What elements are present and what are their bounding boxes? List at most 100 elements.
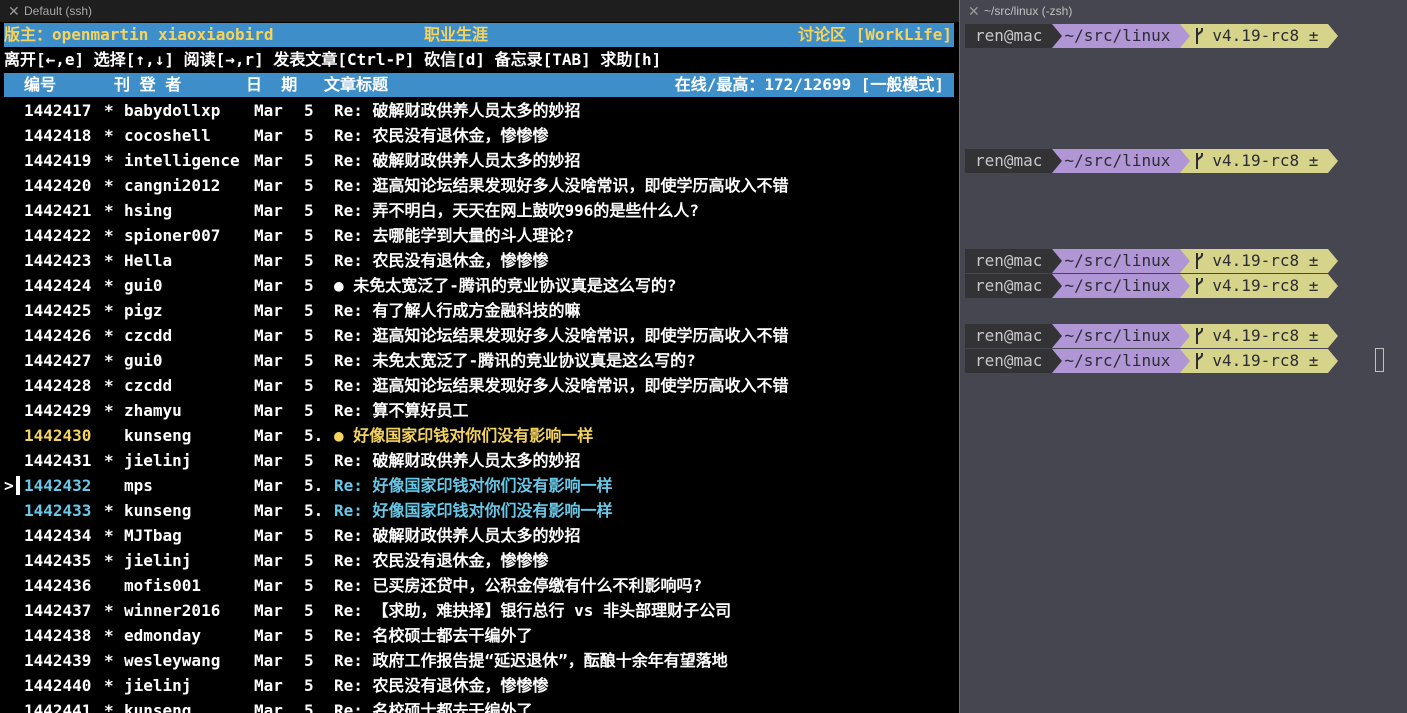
- table-row[interactable]: 1442436 mofis001 Mar 5 Re: 已买房还贷中，公积金停缴有什么不利…: [0, 573, 959, 598]
- row-num: 1442428: [24, 376, 92, 395]
- row-title: Re: 政府工作报告提“延迟退休”，酝酿十余年有望落地: [334, 651, 728, 670]
- prompt-path: ~/src/linux: [1062, 24, 1181, 48]
- table-row[interactable]: 1442429 * zhamyu Mar 5 Re: 算不算好员工: [0, 398, 959, 423]
- shell-terminal-pane[interactable]: ✕ ~/src/linux (-zsh) ren@mac ~/src/linux v…: [960, 0, 1407, 713]
- prompt-user: ren@mac: [965, 249, 1053, 273]
- row-mon: Mar: [254, 601, 283, 620]
- left-tab-bar: ✕ Default (ssh): [0, 0, 959, 22]
- row-author: mps: [124, 476, 153, 495]
- table-row[interactable]: 1442440 * jielinj Mar 5 Re: 农民没有退休金，惨惨惨: [0, 673, 959, 698]
- bbs-terminal-pane[interactable]: ✕ Default (ssh) 版主：openmartin xiaoxiaobi…: [0, 0, 959, 713]
- close-icon[interactable]: ✕: [8, 4, 20, 18]
- powerline-separator: [1328, 324, 1339, 348]
- table-row[interactable]: 1442435 * jielinj Mar 5 Re: 农民没有退休金，惨惨惨: [0, 548, 959, 573]
- row-mon: Mar: [254, 501, 283, 520]
- table-row[interactable]: 1442438 * edmonday Mar 5 Re: 名校硕士都去干编外了: [0, 623, 959, 648]
- row-author: cangni2012: [124, 176, 221, 195]
- shell-prompt: ren@mac ~/src/linux v4.19-rc8 ±: [965, 24, 1339, 48]
- row-title: Re: 逛高知论坛结果发现好多人没啥常识，即使学历高收入不错: [334, 176, 789, 195]
- row-day: 5: [304, 526, 314, 545]
- close-icon[interactable]: ✕: [968, 4, 980, 18]
- git-branch-icon: [1196, 353, 1204, 369]
- prompt-path: ~/src/linux: [1062, 249, 1181, 273]
- prompt-branch: v4.19-rc8 ±: [1212, 326, 1319, 345]
- row-title: Re: 逛高知论坛结果发现好多人没啥常识，即使学历高收入不错: [334, 326, 789, 345]
- table-row[interactable]: >1442432 mps Mar 5. Re: 好像国家印钱对你们没有影响一样: [0, 473, 959, 498]
- row-mark: *: [104, 276, 114, 295]
- git-branch-icon: [1196, 328, 1204, 344]
- row-num: 1442425: [24, 301, 92, 320]
- table-row[interactable]: 1442431 * jielinj Mar 5 Re: 破解财政供养人员太多的妙招: [0, 448, 959, 473]
- row-title: Re: 有了解人行成方金融科技的嘛: [334, 301, 581, 320]
- left-tab-title[interactable]: Default (ssh): [24, 4, 92, 18]
- row-num: 1442435: [24, 551, 92, 570]
- table-row[interactable]: 1442417 * babydollxp Mar 5 Re: 破解财政供养人员太多的妙招: [0, 98, 959, 123]
- table-row[interactable]: 1442428 * czcdd Mar 5 Re: 逛高知论坛结果发现好多人没啥常识，即使…: [0, 373, 959, 398]
- column-header: 编号 刊 登 者 日 期 文章标题 在线/最高：172/12699 [一般模式]: [4, 73, 954, 97]
- shell-prompt: ren@mac ~/src/linux v4.19-rc8 ±: [965, 249, 1339, 273]
- table-row[interactable]: 1442439 * wesleywang Mar 5 Re: 政府工作报告提“延迟退休”，…: [0, 648, 959, 673]
- table-row[interactable]: 1442441 * kunseng Mar 5 Re: 名校硕士都去干编外了: [0, 698, 959, 713]
- table-row[interactable]: 1442424 * gui0 Mar 5 ● 未免太宽泛了-腾讯的竞业协议真是这么写的?: [0, 273, 959, 298]
- powerline-separator: [1328, 149, 1339, 173]
- table-row[interactable]: 1442425 * pigz Mar 5 Re: 有了解人行成方金融科技的嘛: [0, 298, 959, 323]
- table-row[interactable]: 1442434 * MJTbag Mar 5 Re: 破解财政供养人员太多的妙招: [0, 523, 959, 548]
- row-mark: *: [104, 101, 114, 120]
- git-branch-icon: [1196, 253, 1204, 269]
- powerline-separator: [1180, 349, 1191, 373]
- right-tab-title[interactable]: ~/src/linux (-zsh): [984, 4, 1072, 18]
- table-row[interactable]: 1442421 * hsing Mar 5 Re: 弄不明白，天天在网上鼓吹996的是些什…: [0, 198, 959, 223]
- board-header: 版主：openmartin xiaoxiaobird 职业生涯 讨论区 [Wor…: [4, 23, 954, 47]
- row-author: winner2016: [124, 601, 221, 620]
- row-mon: Mar: [254, 701, 283, 713]
- row-author: czcdd: [124, 326, 173, 345]
- prompt-path: ~/src/linux: [1062, 324, 1181, 348]
- row-day: 5: [304, 376, 314, 395]
- row-author: hsing: [124, 201, 173, 220]
- row-title: Re: 好像国家印钱对你们没有影响一样: [334, 476, 613, 495]
- row-title: Re: 农民没有退休金，惨惨惨: [334, 551, 549, 570]
- row-title: Re: 算不算好员工: [334, 401, 469, 420]
- row-day: 5: [304, 651, 314, 670]
- table-row[interactable]: 1442420 * cangni2012 Mar 5 Re: 逛高知论坛结果发现好多人没啥…: [0, 173, 959, 198]
- powerline-separator: [1052, 24, 1063, 48]
- table-row[interactable]: 1442427 * gui0 Mar 5 Re: 未免太宽泛了-腾讯的竞业协议真是这么写的…: [0, 348, 959, 373]
- row-num: 1442427: [24, 351, 92, 370]
- table-row[interactable]: 1442426 * czcdd Mar 5 Re: 逛高知论坛结果发现好多人没啥常识，即使…: [0, 323, 959, 348]
- article-list: 1442417 * babydollxp Mar 5 Re: 破解财政供养人员太多的妙招 1…: [0, 98, 959, 713]
- row-mon: Mar: [254, 326, 283, 345]
- row-mon: Mar: [254, 201, 283, 220]
- table-row[interactable]: 1442419 * intelligence Mar 5 Re: 破解财政供养人员太多的妙…: [0, 148, 959, 173]
- table-row[interactable]: 1442430 kunseng Mar 5. ● 好像国家印钱对你们没有影响一样: [0, 423, 959, 448]
- table-row[interactable]: 1442433 * kunseng Mar 5. Re: 好像国家印钱对你们没有影响一样: [0, 498, 959, 523]
- row-num: 1442417: [24, 101, 92, 120]
- powerline-separator: [1328, 249, 1339, 273]
- row-mon: Mar: [254, 426, 283, 445]
- row-title: Re: 未免太宽泛了-腾讯的竞业协议真是这么写的?: [334, 351, 696, 370]
- row-mon: Mar: [254, 151, 283, 170]
- row-cur: >: [4, 476, 14, 495]
- git-branch-icon: [1196, 278, 1204, 294]
- row-mon: Mar: [254, 251, 283, 270]
- row-mon: Mar: [254, 376, 283, 395]
- prompt-user: ren@mac: [965, 349, 1053, 373]
- prompt-git-segment: v4.19-rc8 ±: [1190, 349, 1329, 373]
- table-row[interactable]: 1442422 * spioner007 Mar 5 Re: 去哪能学到大量的斗人理论?: [0, 223, 959, 248]
- prompt-git-segment: v4.19-rc8 ±: [1190, 324, 1329, 348]
- row-mark: *: [104, 251, 114, 270]
- row-author: czcdd: [124, 376, 173, 395]
- powerline-separator: [1052, 324, 1063, 348]
- row-num: 1442422: [24, 226, 92, 245]
- table-row[interactable]: 1442437 * winner2016 Mar 5 Re: 【求助，难抉择】银行总行 v…: [0, 598, 959, 623]
- prompt-git-segment: v4.19-rc8 ±: [1190, 274, 1329, 298]
- row-day: 5.: [304, 476, 324, 495]
- row-day: 5: [304, 351, 314, 370]
- row-title: Re: 名校硕士都去干编外了: [334, 626, 533, 645]
- table-row[interactable]: 1442418 * cocoshell Mar 5 Re: 农民没有退休金，惨惨惨: [0, 123, 959, 148]
- row-day: 5: [304, 201, 314, 220]
- table-row[interactable]: 1442423 * Hella Mar 5 Re: 农民没有退休金，惨惨惨: [0, 248, 959, 273]
- powerline-separator: [1052, 274, 1063, 298]
- row-mark: *: [104, 501, 114, 520]
- discussion-area: 讨论区 [WorkLife]: [798, 25, 952, 44]
- column-number: 编号: [24, 75, 57, 94]
